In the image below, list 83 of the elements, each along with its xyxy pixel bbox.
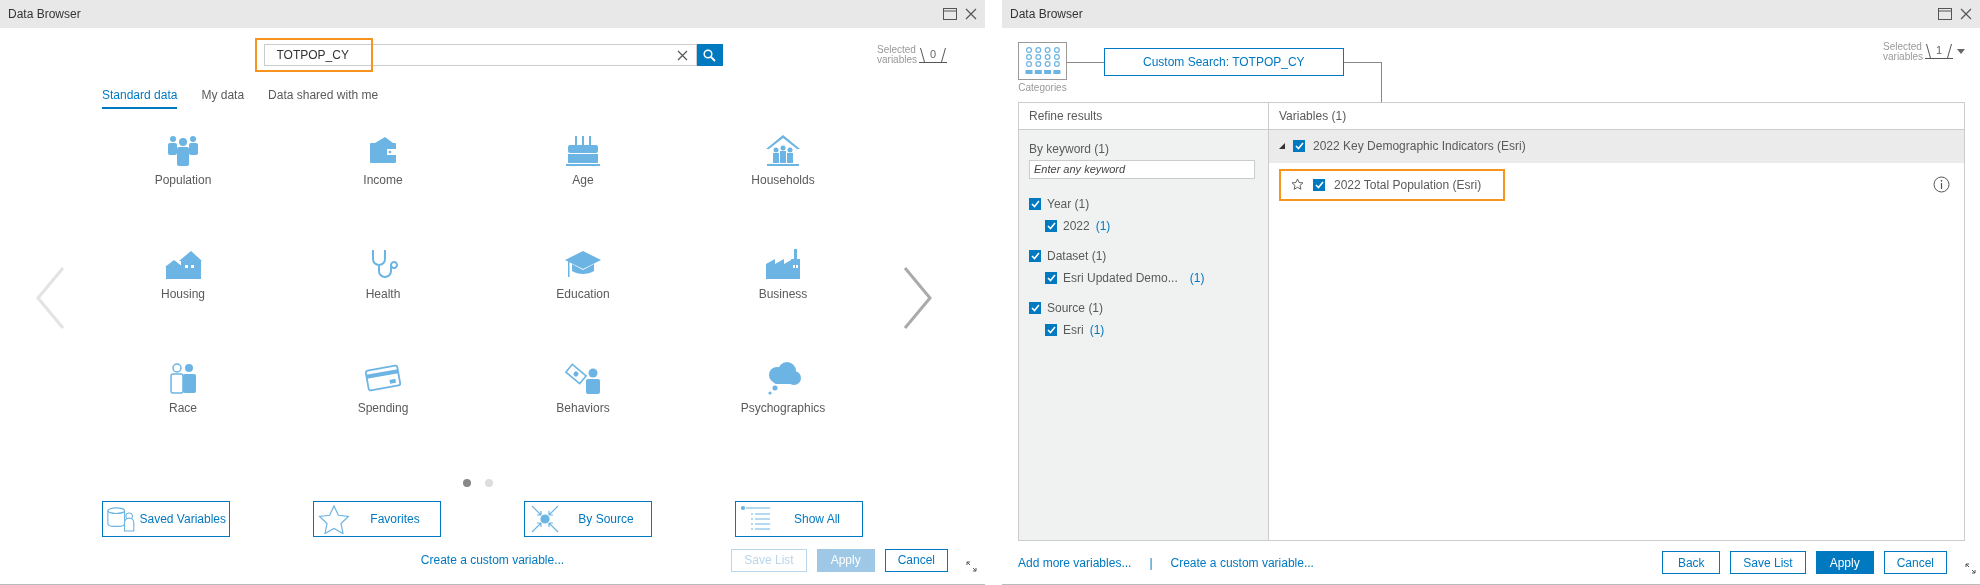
category-label[interactable]: Age xyxy=(572,173,594,187)
connector-line xyxy=(1343,61,1382,102)
breadcrumb-button[interactable]: Custom Search: TOTPOP_CY xyxy=(1104,47,1344,76)
categories-label: Categories xyxy=(1018,81,1067,93)
cake-icon xyxy=(563,133,603,167)
checkbox[interactable] xyxy=(1029,197,1041,210)
create-variable-link[interactable]: Create a custom variable... xyxy=(420,553,565,567)
checkbox[interactable] xyxy=(1045,323,1057,336)
star-icon xyxy=(317,504,351,534)
checkbox[interactable] xyxy=(1293,140,1305,153)
checkbox[interactable] xyxy=(1045,219,1057,232)
category-label[interactable]: Income xyxy=(363,173,403,187)
category-label[interactable]: Housing xyxy=(161,287,205,301)
dialog-button[interactable]: Cancel xyxy=(1883,551,1947,575)
filter-count: (1) xyxy=(1089,322,1105,337)
checkbox[interactable] xyxy=(1045,271,1057,284)
group-label: 2022 Key Demographic Indicators (Esri) xyxy=(1313,139,1526,154)
factory-icon xyxy=(763,247,803,281)
checkbox[interactable] xyxy=(1313,178,1325,191)
page-dot[interactable] xyxy=(462,479,471,487)
clear-icon[interactable] xyxy=(676,49,688,61)
category-label[interactable]: Population xyxy=(154,173,212,187)
search-field[interactable]: TOTPOP_CY xyxy=(263,44,697,66)
footer-link[interactable]: Add more variables... xyxy=(1018,555,1132,570)
category-label[interactable]: Race xyxy=(169,401,197,415)
filter-label: Dataset (1) xyxy=(1047,248,1107,263)
panel-header: Refine results xyxy=(1019,102,1269,130)
caret-icon[interactable] xyxy=(1957,49,1965,55)
categories-button[interactable] xyxy=(1018,41,1067,80)
search-icon xyxy=(703,48,716,62)
maximize-icon[interactable] xyxy=(1938,7,1952,20)
category-label[interactable]: Business xyxy=(758,287,808,301)
shortcut-button[interactable]: By Source xyxy=(524,501,652,537)
dialog-button[interactable]: Cancel xyxy=(884,548,948,572)
grid-icon xyxy=(1023,45,1062,76)
category-label[interactable]: Psychographics xyxy=(740,401,826,415)
keyword-field[interactable]: Enter any keyword xyxy=(1029,159,1255,179)
filter-count: (1) xyxy=(1189,270,1205,285)
window-title: Data Browser xyxy=(1010,6,1084,21)
category-label[interactable]: Health xyxy=(365,287,401,301)
window-title: Data Browser xyxy=(8,7,82,21)
star-icon[interactable] xyxy=(1291,178,1304,192)
close-icon[interactable] xyxy=(965,8,977,20)
search-button[interactable] xyxy=(696,44,723,66)
filter-label: 2022 xyxy=(1063,218,1090,233)
selected-variables-label: Selected variables xyxy=(1883,41,1921,62)
tab[interactable]: Data shared with me xyxy=(268,88,379,109)
footer-link[interactable]: Create a custom variable... xyxy=(1170,555,1314,570)
connector-line xyxy=(1067,61,1104,63)
filter-label: Esri Updated Demo... xyxy=(1063,270,1178,285)
selected-count[interactable]: 1 xyxy=(1925,44,1953,60)
dialog-button[interactable]: Apply xyxy=(1815,551,1874,575)
tab[interactable]: My data xyxy=(201,88,245,109)
category-label[interactable]: Education xyxy=(556,287,610,301)
keyword-label: By keyword (1) xyxy=(1029,141,1111,156)
page-dot[interactable] xyxy=(484,479,493,487)
checkbox[interactable] xyxy=(1029,249,1041,262)
tab[interactable]: Standard data xyxy=(102,88,178,109)
maximize-icon[interactable] xyxy=(943,8,957,20)
selected-count[interactable]: 0 xyxy=(919,47,947,63)
close-icon[interactable] xyxy=(1960,7,1972,20)
selected-variables-label: Selected variables xyxy=(877,45,915,65)
category-label[interactable]: Spending xyxy=(357,401,409,415)
shortcut-button[interactable]: Favorites xyxy=(313,501,441,537)
dialog-button[interactable]: Save List xyxy=(1730,551,1806,575)
money-person-icon xyxy=(563,361,603,395)
link-separator: | xyxy=(1149,555,1153,570)
resize-icon[interactable] xyxy=(966,560,977,572)
category-label[interactable]: Behaviors xyxy=(556,401,610,415)
dialog-button[interactable]: Back xyxy=(1662,551,1721,575)
category-label[interactable]: Households xyxy=(751,173,815,187)
shortcut-button[interactable]: Show All xyxy=(735,501,863,537)
variable-label: 2022 Total Population (Esri) xyxy=(1334,177,1482,192)
shortcut-button[interactable]: Saved Variables xyxy=(102,501,230,537)
expand-triangle-icon[interactable] xyxy=(1279,143,1285,150)
resize-icon[interactable] xyxy=(1965,563,1976,575)
checkbox[interactable] xyxy=(1029,301,1041,314)
info-icon[interactable] xyxy=(1933,176,1950,194)
filter-label: Source (1) xyxy=(1047,300,1104,315)
filter-count: (1) xyxy=(1095,218,1111,233)
filter-label: Year (1) xyxy=(1047,196,1090,211)
panel-header: Variables (1) xyxy=(1269,102,1964,130)
filter-label: Esri xyxy=(1063,322,1084,337)
